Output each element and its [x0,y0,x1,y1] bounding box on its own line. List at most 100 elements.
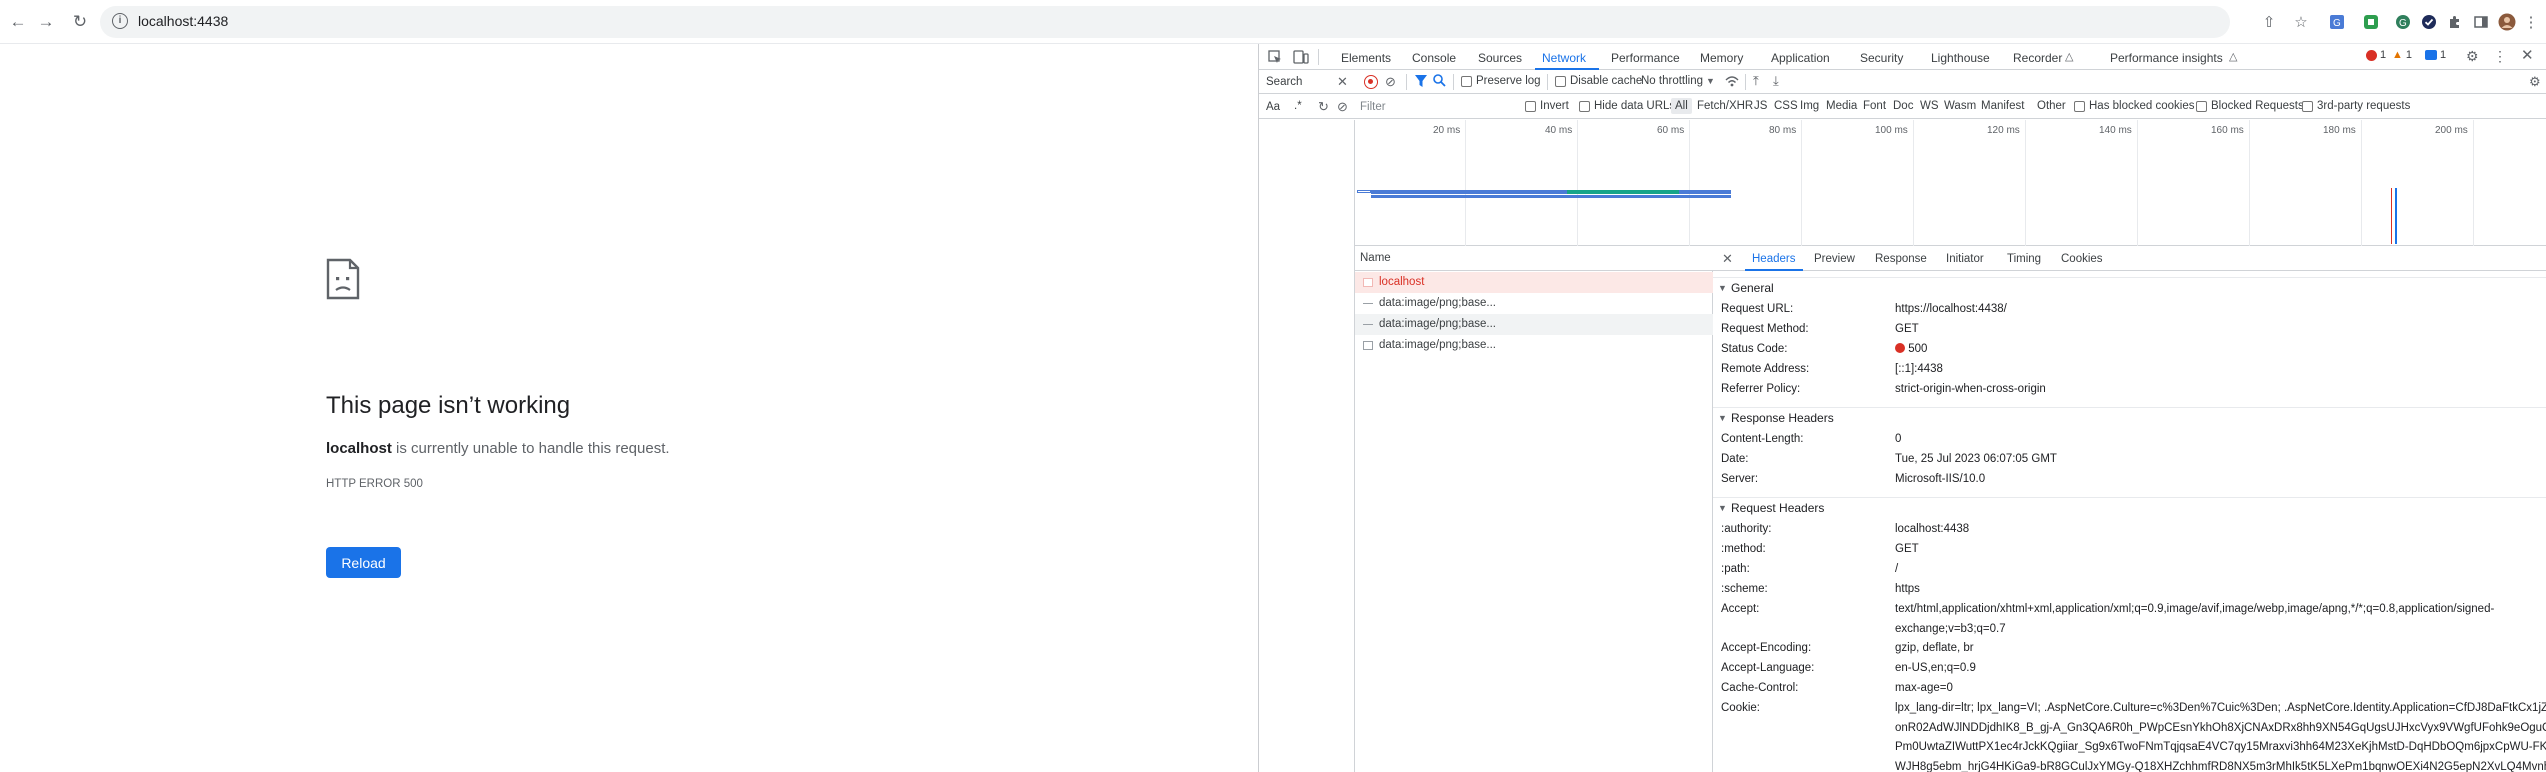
issues-count-badge[interactable]: 1 [2425,49,2446,61]
tab-headers[interactable]: Headers [1752,253,1795,265]
close-details-icon[interactable]: ✕ [1722,252,1733,265]
profile-avatar-icon[interactable] [2496,11,2518,33]
clear-search-icon[interactable]: ⊘ [1337,100,1348,113]
refresh-icon[interactable]: ↻ [66,8,94,36]
site-info-icon[interactable]: i [112,13,128,29]
grid-line [1801,120,1802,246]
header-value: text/html,application/xhtml+xml,applicat… [1895,603,2495,635]
tab-response[interactable]: Response [1875,253,1927,265]
svg-text:G: G [2333,18,2341,29]
invert-checkbox[interactable] [1525,101,1536,112]
third-party-checkbox[interactable] [2302,101,2313,112]
inspect-element-icon[interactable] [1268,50,1282,66]
device-toolbar-icon[interactable] [1293,50,1309,66]
type-filter-manifest[interactable]: Manifest [1981,100,2024,112]
share-icon[interactable]: ⇧ [2258,11,2280,33]
request-row[interactable]: data:image/png;base... [1355,293,1713,314]
type-filter-other[interactable]: Other [2037,100,2066,112]
tab-elements[interactable]: Elements [1341,51,1391,65]
refresh-search-icon[interactable]: ↻ [1318,100,1329,113]
tab-initiator[interactable]: Initiator [1946,253,1984,265]
blocked-cookies-label: Has blocked cookies [2089,100,2195,112]
translate-extension-icon[interactable]: G [2326,11,2348,33]
grammarly-extension-icon[interactable]: G [2392,11,2414,33]
blocked-requests-checkbox[interactable] [2196,101,2207,112]
address-bar[interactable]: i localhost:4438 [100,6,2230,38]
type-filter-font[interactable]: Font [1863,100,1886,112]
url-text[interactable]: localhost:4438 [138,13,228,29]
tab-network[interactable]: Network [1542,51,1586,65]
tab-timing[interactable]: Timing [2007,253,2041,265]
request-headers-section-header[interactable]: ▼ Request Headers [1713,497,2546,517]
request-list: Name localhost data:image/png;base... da… [1355,247,1713,772]
check-extension-icon[interactable] [2418,11,2440,33]
record-icon[interactable] [1364,75,1378,89]
chevron-down-icon[interactable]: ▼ [1706,75,1715,88]
clear-log-icon[interactable]: ⊘ [1385,75,1396,88]
network-conditions-icon[interactable] [1725,74,1739,90]
preserve-log-checkbox[interactable] [1461,76,1472,87]
export-har-icon[interactable]: ⤓ [1773,74,1779,87]
extensions-puzzle-icon[interactable] [2444,11,2466,33]
reload-button[interactable]: Reload [326,547,401,578]
general-section-header[interactable]: ▼ General [1713,277,2546,297]
expand-triangle-icon: ▼ [1718,413,1727,423]
request-row[interactable]: data:image/png;base... [1355,314,1713,335]
close-devtools-icon[interactable]: ✕ [2521,48,2534,63]
settings-gear-icon[interactable]: ⚙ [2466,49,2479,63]
header-name: :scheme: [1721,583,1768,595]
type-filter-ws[interactable]: WS [1920,100,1939,112]
tab-performance-insights[interactable]: Performance insights [2110,51,2223,65]
tab-memory[interactable]: Memory [1700,51,1743,65]
name-column-header[interactable]: Name [1360,252,1391,264]
disable-cache-checkbox[interactable] [1555,76,1566,87]
type-filter-doc[interactable]: Doc [1893,100,1913,112]
request-row[interactable]: data:image/png;base... [1355,335,1713,356]
error-count-badge[interactable]: 1 [2366,49,2386,61]
tab-performance[interactable]: Performance [1611,51,1680,65]
tab-cookies[interactable]: Cookies [2061,253,2103,265]
tab-lighthouse[interactable]: Lighthouse [1931,51,1990,65]
header-value: [::1]:4438 [1895,363,1943,375]
filter-icon[interactable] [1415,75,1427,89]
tab-security[interactable]: Security [1860,51,1903,65]
warning-count-badge[interactable]: ▲ 1 [2392,49,2412,61]
type-filter-fetch-xhr[interactable]: Fetch/XHR [1697,100,1753,112]
type-filter-css[interactable]: CSS [1774,100,1798,112]
more-options-icon[interactable]: ⋮ [2493,49,2507,63]
match-case-toggle[interactable]: Aa [1266,101,1280,113]
load-event-marker [2391,188,2392,244]
type-filter-img[interactable]: Img [1800,100,1819,112]
throttling-select[interactable]: No throttling [1641,75,1703,87]
tab-preview[interactable]: Preview [1814,253,1855,265]
header-name: Status Code: [1721,343,1788,355]
header-name: Cookie: [1721,702,1760,714]
green-extension-icon[interactable] [2360,11,2382,33]
bookmark-star-icon[interactable]: ☆ [2290,11,2312,33]
response-headers-section-header[interactable]: ▼ Response Headers [1713,407,2546,427]
regex-toggle[interactable]: .* [1294,100,1302,112]
side-panel-icon[interactable] [2470,11,2492,33]
tab-application[interactable]: Application [1771,51,1830,65]
tab-sources[interactable]: Sources [1478,51,1522,65]
back-icon[interactable]: ← [4,8,32,36]
tab-console[interactable]: Console [1412,51,1456,65]
type-filter-media[interactable]: Media [1826,100,1857,112]
network-settings-gear-icon[interactable]: ⚙ [2529,75,2541,88]
hide-data-urls-checkbox[interactable] [1579,101,1590,112]
search-icon[interactable] [1433,74,1446,89]
filter-input[interactable]: Filter [1360,101,1386,113]
blocked-cookies-checkbox[interactable] [2074,101,2085,112]
import-har-icon[interactable]: ⤒ [1753,74,1759,87]
type-filter-js[interactable]: JS [1754,100,1767,112]
forward-icon[interactable]: → [32,8,60,36]
tab-recorder[interactable]: Recorder [2013,51,2062,65]
devtools-tab-bar: Elements Console Sources Network Perform… [1259,44,2546,70]
browser-menu-icon[interactable]: ⋮ [2520,11,2542,33]
close-search-icon[interactable]: ✕ [1337,75,1348,88]
type-filter-wasm[interactable]: Wasm [1944,100,1976,112]
request-row[interactable]: localhost [1355,272,1713,293]
header-name: :method: [1721,543,1766,555]
header-name: Referrer Policy: [1721,383,1801,395]
type-filter-all[interactable]: All [1671,98,1692,114]
